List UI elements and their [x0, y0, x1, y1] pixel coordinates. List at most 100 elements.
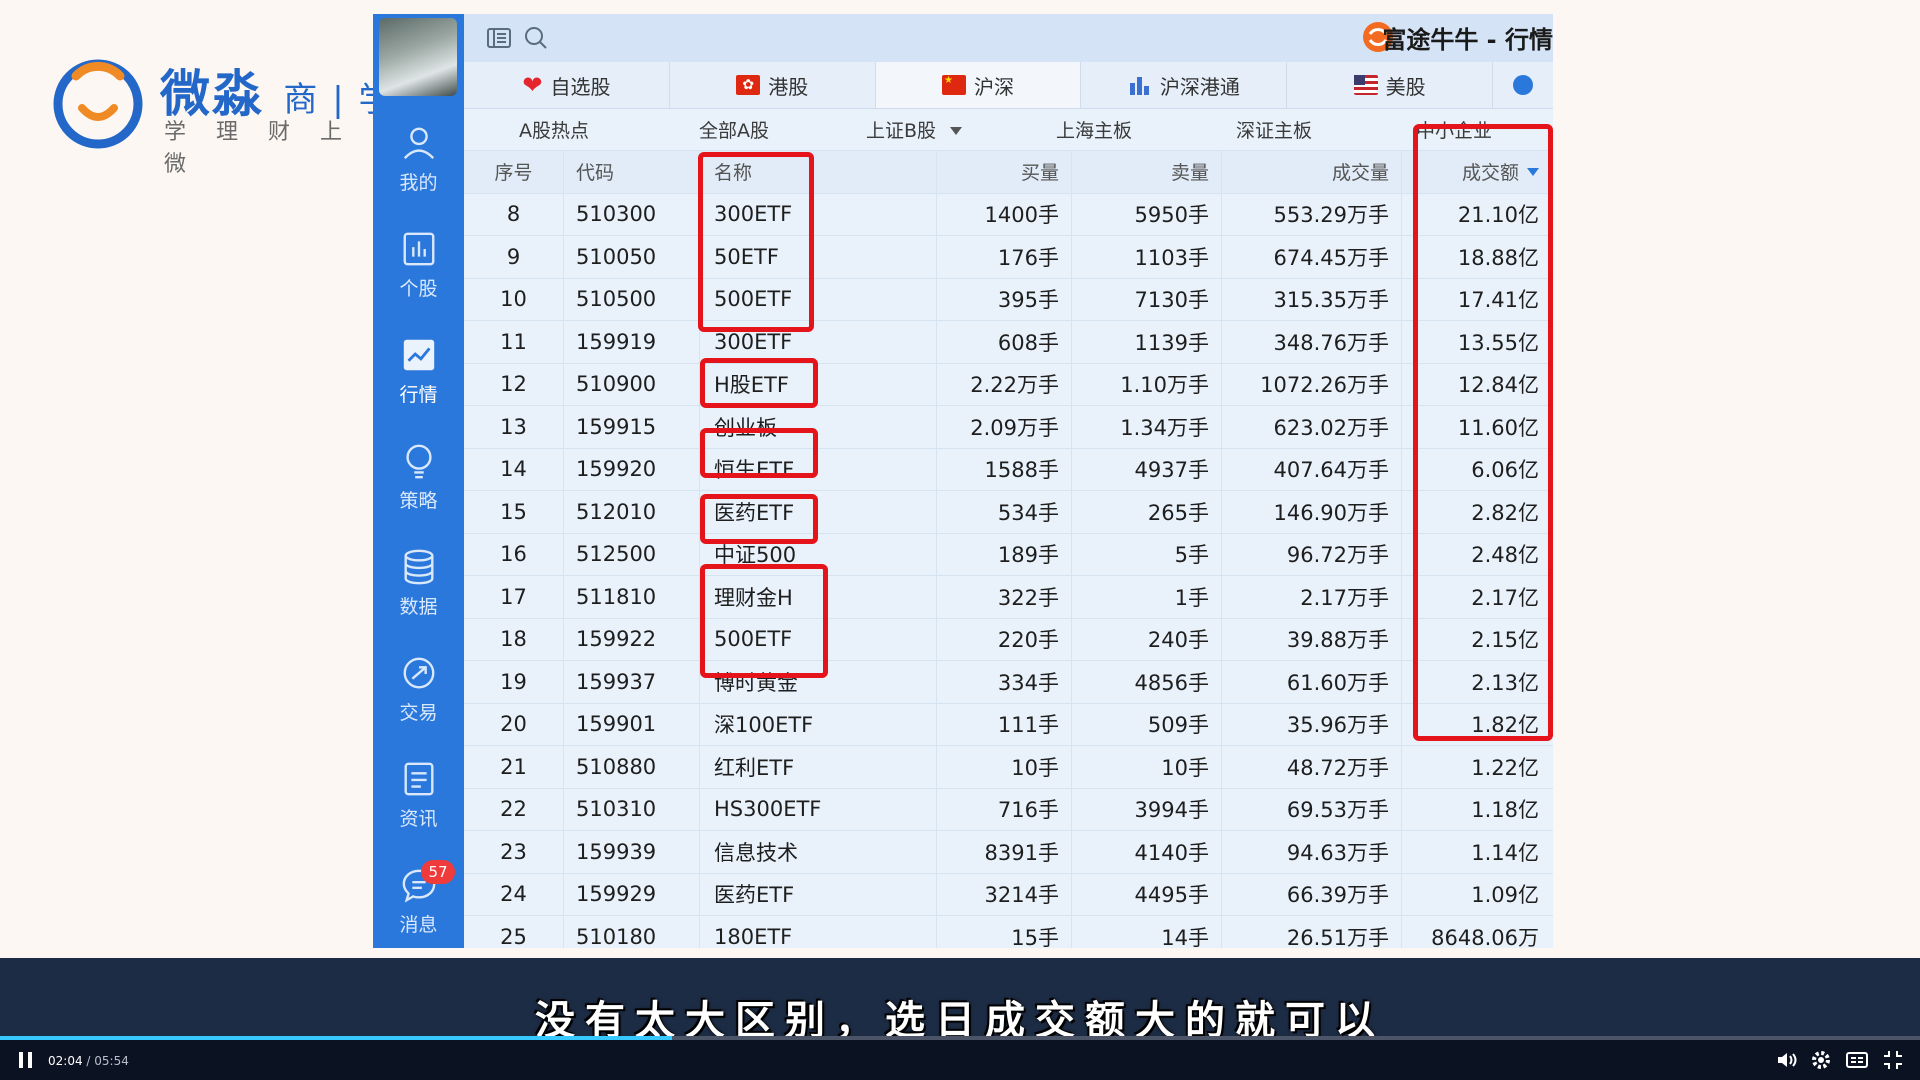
cell-idx: 19 [464, 661, 564, 703]
tab-connect[interactable]: 沪深港通 [1081, 62, 1288, 108]
user-icon [403, 127, 434, 160]
cell-name: 深100ETF [700, 703, 937, 745]
cell-sell: 5950手 [1072, 193, 1222, 235]
tab-shsz[interactable]: ★ 沪深 [875, 62, 1082, 108]
table-row[interactable]: 10 510500 500ETF 395手 7130手 315.35万手 17.41亿 [464, 278, 1553, 321]
table-row[interactable]: 12 510900 H股ETF 2.22万手 1.10万手 1072.26万手 12.84亿 [464, 363, 1553, 406]
exit-fullscreen-icon[interactable] [1880, 1048, 1906, 1072]
header-idx[interactable]: 序号 [464, 151, 564, 193]
subtab-sme[interactable]: 中小企业 [1364, 116, 1544, 143]
header-amount[interactable]: 成交额 [1402, 151, 1553, 193]
pause-icon[interactable] [14, 1048, 38, 1072]
cell-amount: 1.09亿 [1471, 883, 1539, 908]
table-row[interactable]: 8 510300 300ETF 1400手 5950手 553.29万手 21.10亿 [464, 193, 1553, 236]
tab-more[interactable] [1493, 62, 1553, 108]
line-chart-icon [403, 339, 434, 371]
table-row[interactable]: 19 159937 博时黄金 334手 4856手 61.60万手 2.13亿 [464, 661, 1553, 704]
brand-slogan: 学理财上微 [164, 120, 373, 177]
subtab-sh-main[interactable]: 上海主板 [1004, 116, 1184, 143]
table-row[interactable]: 24 159929 医药ETF 3214手 4495手 66.39万手 1.09亿 [464, 873, 1553, 916]
header-volume[interactable]: 成交量 [1222, 151, 1402, 193]
cell-name: 50ETF [700, 236, 937, 278]
connect-icon [1129, 77, 1149, 95]
user-avatar[interactable] [379, 18, 457, 96]
tab-watchlist[interactable]: ❤ 自选股 [464, 62, 670, 108]
tab-us[interactable]: 美股 [1287, 62, 1494, 108]
cell-volume: 348.76万手 [1222, 321, 1402, 363]
table-row[interactable]: 18 159922 500ETF 220手 240手 39.88万手 2.15亿 [464, 618, 1553, 661]
cell-amount: 17.41亿 [1457, 288, 1539, 313]
chevron-down-icon[interactable] [950, 127, 963, 135]
cell-idx: 16 [464, 533, 564, 575]
header-sell[interactable]: 卖量 [1072, 151, 1222, 193]
header-buy[interactable]: 买量 [937, 151, 1072, 193]
progress-bar[interactable] [0, 1036, 1920, 1040]
table-row[interactable]: 17 511810 理财金H 322手 1手 2.17万手 2.17亿 [464, 576, 1553, 619]
table-row[interactable]: 22 510310 HS300ETF 716手 3994手 69.53万手 1.18亿 [464, 788, 1553, 831]
cell-buy: 2.09万手 [937, 406, 1072, 448]
subtab-a-hot[interactable]: A股热点 [464, 116, 644, 143]
table-row[interactable]: 11 159919 300ETF 608手 1139手 348.76万手 13.55亿 [464, 321, 1553, 364]
cell-idx: 13 [464, 406, 564, 448]
table-row[interactable]: 23 159939 信息技术 8391手 4140手 94.63万手 1.14亿 [464, 831, 1553, 874]
cell-code: 510050 [564, 236, 700, 278]
cell-sell: 1103手 [1072, 236, 1222, 278]
cell-sell: 4937手 [1072, 448, 1222, 490]
sidebar-item-strategy[interactable]: 策略 [373, 442, 464, 532]
cell-amount: 21.10亿 [1457, 203, 1539, 228]
table-row[interactable]: 25 510180 180ETF 15手 14手 26.51万手 8648.06万 [464, 916, 1553, 948]
cell-amount: 13.55亿 [1457, 330, 1539, 355]
subtab-sz-main[interactable]: 深证主板 [1184, 116, 1364, 143]
sidebar-item-label: 我的 [399, 172, 438, 194]
cell-sell: 1.34万手 [1072, 406, 1222, 448]
subtab-all-a[interactable]: 全部A股 [644, 116, 824, 143]
us-flag-icon [1353, 75, 1378, 95]
sidebar-item-trade[interactable]: 交易 [373, 654, 464, 744]
cell-volume: 315.35万手 [1222, 278, 1402, 320]
header-code[interactable]: 代码 [564, 151, 700, 193]
table-row[interactable]: 20 159901 深100ETF 111手 509手 35.96万手 1.82亿 [464, 703, 1553, 746]
cell-idx: 24 [464, 873, 564, 915]
cell-code: 512500 [564, 533, 700, 575]
table-row[interactable]: 15 512010 医药ETF 534手 265手 146.90万手 2.82亿 [464, 491, 1553, 534]
cell-volume: 407.64万手 [1222, 448, 1402, 490]
cell-amount: 8648.06万 [1431, 925, 1539, 948]
cell-name: 创业板 [700, 406, 937, 448]
sidebar-item-label: 消息 [399, 914, 438, 936]
unread-badge: 57 [421, 860, 455, 884]
table-row[interactable]: 21 510880 红利ETF 10手 10手 48.72万手 1.22亿 [464, 746, 1553, 789]
cell-volume: 146.90万手 [1222, 491, 1402, 533]
table-row[interactable]: 14 159920 恒生ETF 1588手 4937手 407.64万手 6.06亿 [464, 448, 1553, 491]
sidebar-item-mine[interactable]: 我的 [373, 124, 464, 214]
volume-icon[interactable] [1774, 1048, 1800, 1072]
sidebar-item-stock[interactable]: 个股 [373, 230, 464, 320]
settings-icon[interactable] [1808, 1048, 1834, 1072]
table-row[interactable]: 9 510050 50ETF 176手 1103手 674.45万手 18.88亿 [464, 236, 1553, 279]
cell-code: 159929 [564, 873, 700, 915]
table-header: 序号 代码 名称 买量 卖量 成交量 成交额 [464, 150, 1553, 194]
cell-volume: 39.88万手 [1222, 618, 1402, 660]
search-icon[interactable] [522, 24, 550, 52]
cell-amount: 2.82亿 [1471, 500, 1539, 525]
cell-name: 红利ETF [700, 746, 937, 788]
sidebar-item-news[interactable]: 资讯 [373, 760, 464, 850]
table-row[interactable]: 13 159915 创业板 2.09万手 1.34万手 623.02万手 11.60亿 [464, 406, 1553, 449]
layout-toggle-icon[interactable] [485, 24, 513, 52]
sidebar-item-data[interactable]: 数据 [373, 548, 464, 638]
cell-sell: 5手 [1072, 533, 1222, 575]
cell-idx: 17 [464, 576, 564, 618]
cell-code: 510880 [564, 746, 700, 788]
captions-icon[interactable] [1844, 1048, 1870, 1072]
bulb-icon [405, 444, 432, 479]
subtab-sh-b[interactable]: 上证B股 [824, 116, 1004, 143]
sidebar-item-market[interactable]: 行情 [373, 336, 464, 426]
tab-hk[interactable]: ✿ 港股 [670, 62, 876, 108]
bar-chart-icon [403, 232, 434, 266]
cell-name: 500ETF [700, 618, 937, 660]
cell-idx: 10 [464, 278, 564, 320]
table-row[interactable]: 16 512500 中证500 189手 5手 96.72万手 2.48亿 [464, 533, 1553, 576]
progress-fill [0, 1036, 672, 1040]
sidebar-item-messages[interactable]: 57 消息 [373, 860, 464, 948]
cell-code: 159919 [564, 321, 700, 363]
header-name[interactable]: 名称 [700, 151, 937, 193]
